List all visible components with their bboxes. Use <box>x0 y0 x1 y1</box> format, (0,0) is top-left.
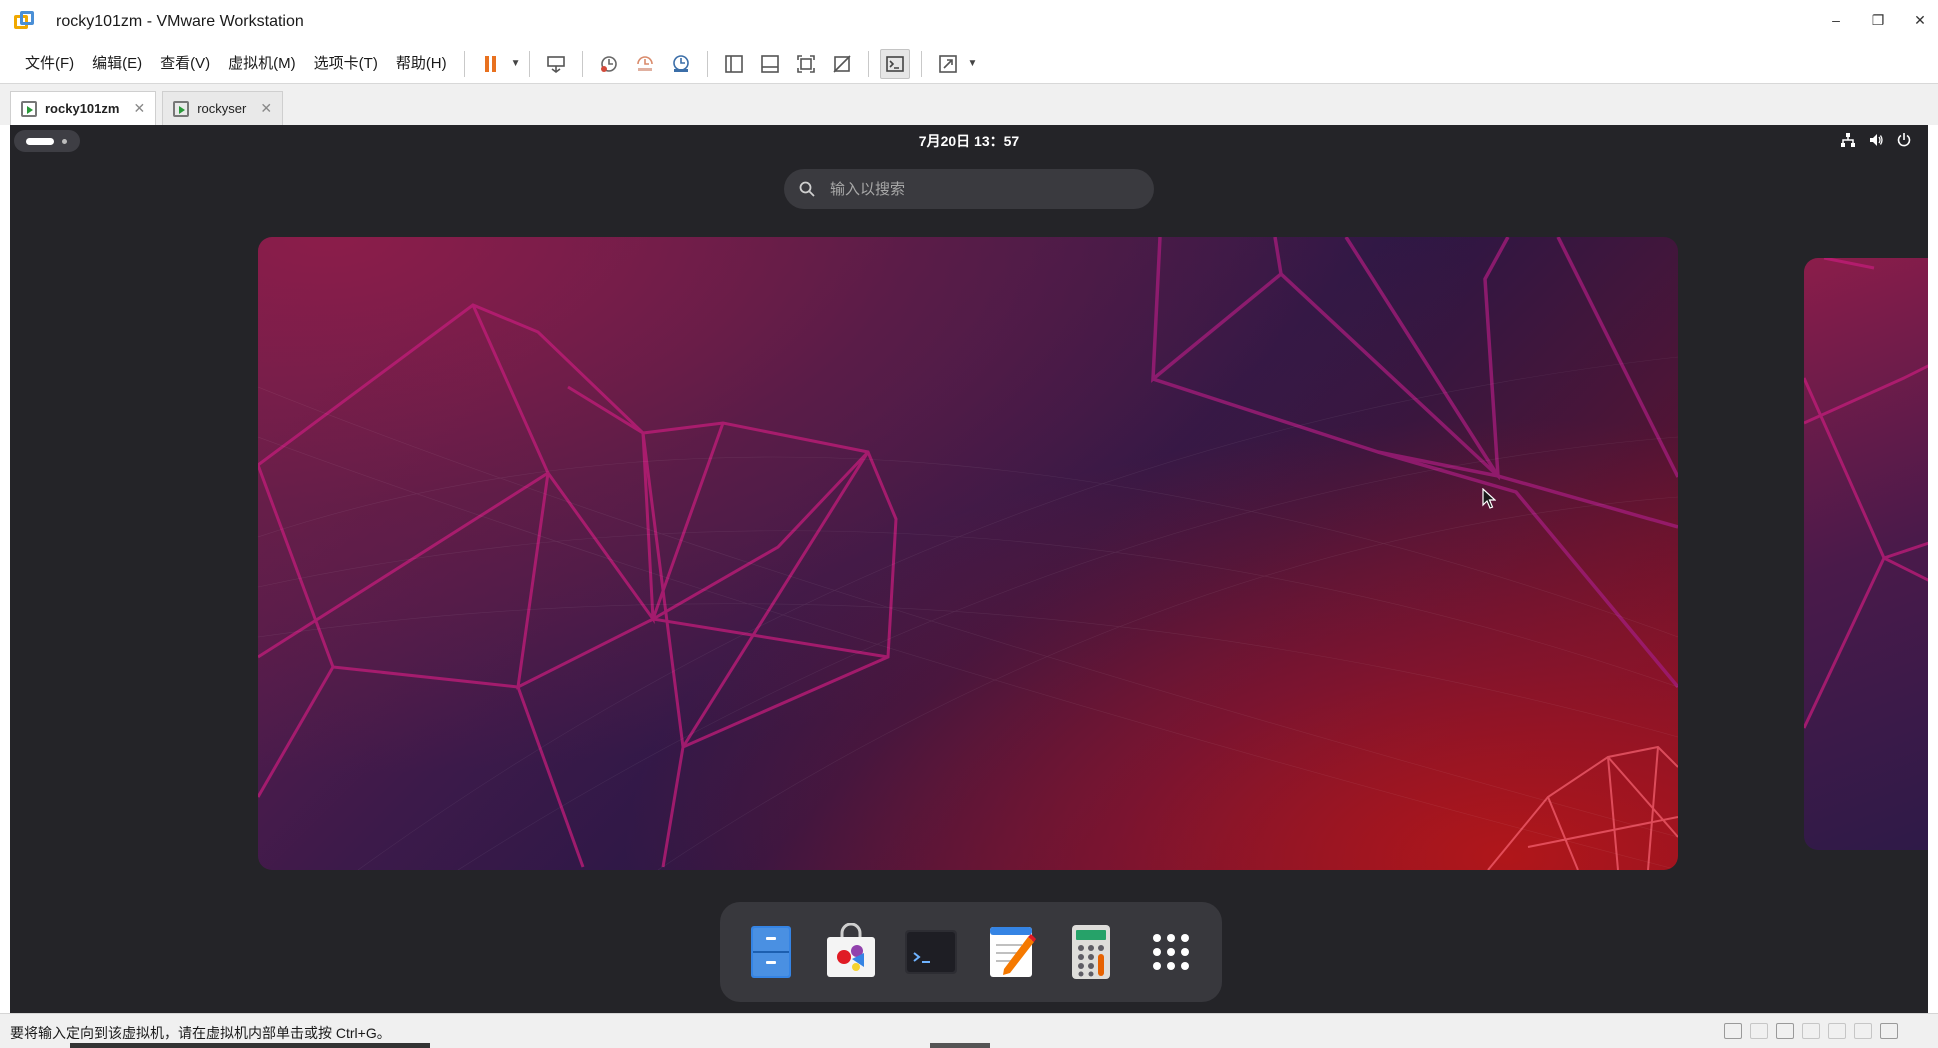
search-input[interactable] <box>830 180 1110 198</box>
vm-tab-bar: rocky101zm ✕ rockyser ✕ <box>0 84 1938 125</box>
workspace-thumbnail-current[interactable] <box>258 237 1678 870</box>
host-taskbar-fragment <box>70 1043 430 1048</box>
volume-icon <box>1870 134 1883 146</box>
menu-help[interactable]: 帮助(H) <box>387 49 456 79</box>
host-taskbar-fragment <box>930 1043 990 1048</box>
tab-rocky101zm[interactable]: rocky101zm ✕ <box>10 91 157 125</box>
menu-vm[interactable]: 虚拟机(M) <box>219 49 305 79</box>
toolbar-separator <box>920 50 922 77</box>
status-message: 要将输入定向到该虚拟机，请在虚拟机内部单击或按 Ctrl+G。 <box>10 1025 391 1041</box>
dock-calculator[interactable] <box>1062 923 1120 981</box>
gnome-top-bar: 7月20日 13：57 <box>10 125 1928 155</box>
console-view-button[interactable] <box>879 48 910 79</box>
dock-terminal[interactable] <box>902 923 960 981</box>
display-icon[interactable] <box>1880 1023 1898 1039</box>
vmware-window: rocky101zm - VMware Workstation – ❐ ✕ 文件… <box>0 0 1938 1048</box>
power-icon <box>1897 133 1911 147</box>
dock-text-editor[interactable] <box>982 923 1040 981</box>
fullscreen-icon <box>796 54 815 73</box>
printer-icon[interactable] <box>1854 1023 1872 1039</box>
text-editor-icon <box>990 927 1036 977</box>
tab-rockyser[interactable]: rockyser ✕ <box>162 91 284 125</box>
unity-button[interactable] <box>827 49 857 79</box>
unity-icon <box>832 54 851 73</box>
cd-dvd-icon[interactable] <box>1750 1023 1768 1039</box>
guest-screen[interactable]: 7月20日 13：57 <box>10 125 1928 1013</box>
thumbnail-bar-icon <box>760 54 779 73</box>
files-icon <box>751 926 791 978</box>
revert-snapshot-icon <box>636 55 653 71</box>
snapshot-manager-button[interactable] <box>666 49 696 79</box>
snapshot-manager-icon <box>672 54 689 72</box>
tab-label: rockyser <box>197 101 247 116</box>
tab-label: rocky101zm <box>45 101 120 116</box>
workspace-thumbnail-next[interactable] <box>1804 258 1928 850</box>
toolbar-separator <box>528 50 530 77</box>
close-tab-icon[interactable]: ✕ <box>133 100 145 117</box>
dock-show-apps[interactable] <box>1142 923 1200 981</box>
system-status-area[interactable] <box>1840 132 1912 148</box>
send-ctrl-alt-del-button[interactable] <box>541 49 571 79</box>
toolbar-separator <box>867 50 869 77</box>
wallpaper-polygons-graphic <box>1804 258 1928 729</box>
stretch-button[interactable] <box>933 49 963 79</box>
hard-disk-icon[interactable] <box>1724 1023 1742 1039</box>
show-apps-icon <box>1153 934 1189 970</box>
network-icon <box>1841 133 1855 147</box>
vm-icon <box>173 100 190 117</box>
toolbar-separator <box>463 50 465 77</box>
pause-dropdown-icon[interactable]: ▼ <box>511 58 521 69</box>
usb-icon[interactable] <box>1828 1023 1846 1039</box>
close-tab-icon[interactable]: ✕ <box>260 100 272 117</box>
title-bar: rocky101zm - VMware Workstation – ❐ ✕ <box>0 0 1938 44</box>
console-view-icon <box>885 55 904 72</box>
toolbar-separator <box>706 50 708 77</box>
thumbnail-bar-button[interactable] <box>755 49 785 79</box>
toolbar-separator <box>581 50 583 77</box>
dock-software[interactable] <box>822 923 880 981</box>
device-icons <box>1724 1023 1898 1039</box>
sound-card-icon[interactable] <box>1802 1023 1820 1039</box>
dash-dock <box>720 902 1222 1002</box>
stretch-dropdown-icon[interactable]: ▼ <box>968 58 978 69</box>
overview-search[interactable] <box>784 169 1154 209</box>
vmware-logo-icon <box>14 11 36 33</box>
dock-files[interactable] <box>742 923 800 981</box>
close-button[interactable]: ✕ <box>1912 12 1928 29</box>
window-controls: – ❐ ✕ <box>1828 12 1928 29</box>
menu-toolbar: 文件(F) 编辑(E) 查看(V) 虚拟机(M) 选项卡(T) 帮助(H) ▼ <box>0 44 1938 84</box>
vm-icon <box>21 100 37 117</box>
pause-button[interactable] <box>476 49 506 79</box>
menu-view[interactable]: 查看(V) <box>151 49 219 79</box>
mouse-cursor-icon <box>1482 488 1496 509</box>
send-keys-icon <box>546 55 565 73</box>
clock[interactable]: 7月20日 13：57 <box>10 131 1928 151</box>
software-icon <box>827 923 875 977</box>
terminal-icon <box>905 930 957 974</box>
menu-file[interactable]: 文件(F) <box>16 49 83 79</box>
window-title: rocky101zm - VMware Workstation <box>56 13 304 30</box>
minimize-button[interactable]: – <box>1828 12 1844 29</box>
menu-edit[interactable]: 编辑(E) <box>83 49 151 79</box>
fullscreen-button[interactable] <box>791 49 821 79</box>
restore-button[interactable]: ❐ <box>1870 12 1886 29</box>
pause-icon <box>484 55 496 72</box>
snapshot-icon <box>600 55 617 72</box>
wallpaper-polygons-graphic <box>258 237 1678 870</box>
calculator-icon <box>1072 925 1110 979</box>
menu-tabs[interactable]: 选项卡(T) <box>305 49 387 79</box>
snapshot-button[interactable] <box>594 49 624 79</box>
search-icon <box>799 181 815 197</box>
library-button[interactable] <box>719 49 749 79</box>
library-icon <box>724 54 743 73</box>
stretch-icon <box>938 54 957 73</box>
revert-snapshot-button[interactable] <box>630 49 660 79</box>
network-adapter-icon[interactable] <box>1776 1023 1794 1039</box>
